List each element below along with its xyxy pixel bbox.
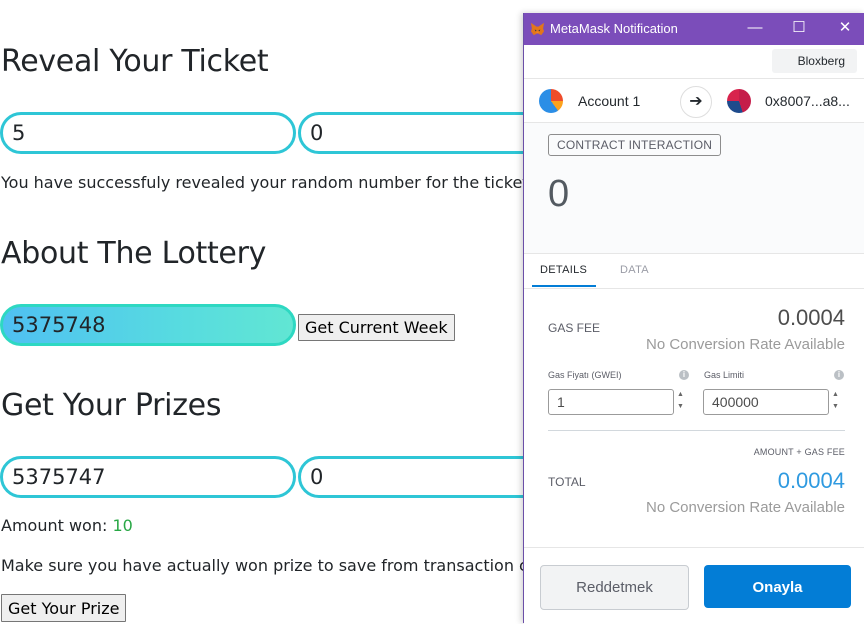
transaction-summary: CONTRACT INTERACTION 0 — [524, 123, 864, 254]
amount-won-value: 10 — [112, 516, 133, 535]
gas-price-input[interactable]: 1 — [548, 389, 674, 415]
from-account-avatar — [539, 89, 563, 113]
info-icon[interactable]: i — [834, 370, 844, 380]
network-row: Bloxberg — [524, 45, 864, 79]
detail-tabs: DETAILS DATA — [524, 254, 864, 289]
contract-interaction-tag: CONTRACT INTERACTION — [548, 134, 722, 156]
account-row: Account 1 ➔ 0x8007...a8... — [524, 79, 864, 123]
total-value: 0.0004 — [777, 468, 845, 493]
to-address[interactable]: 0x8007...a8... — [765, 93, 850, 109]
prizes-heading: Get Your Prizes — [1, 388, 222, 423]
from-account-name[interactable]: Account 1 — [578, 93, 640, 109]
get-your-prize-button[interactable]: Get Your Prize — [1, 594, 127, 622]
reveal-heading: Reveal Your Ticket — [1, 44, 269, 79]
gas-limit-label: Gas Limiti — [704, 370, 745, 380]
action-footer: Reddetmek Onayla — [524, 547, 864, 624]
close-icon[interactable]: ✕ — [834, 17, 856, 39]
about-heading: About The Lottery — [1, 236, 267, 271]
amount-won: Amount won: 10 — [1, 516, 133, 535]
get-current-week-button[interactable]: Get Current Week — [298, 314, 455, 341]
amount-gas-label: AMOUNT + GAS FEE — [753, 447, 845, 457]
gas-limit-stepper-icon[interactable]: ▲ ▼ — [829, 389, 842, 413]
window-titlebar[interactable]: MetaMask Notification — ☐ ✕ — [524, 13, 864, 45]
total-label: TOTAL — [548, 475, 586, 489]
reject-button[interactable]: Reddetmek — [540, 565, 689, 610]
gas-price-label: Gas Fiyatı (GWEI) — [548, 370, 622, 380]
metamask-window: MetaMask Notification — ☐ ✕ Bloxberg Acc… — [523, 13, 864, 624]
gas-fee-value: 0.0004 — [777, 305, 845, 330]
transaction-amount: 0 — [548, 173, 570, 215]
to-address-avatar — [727, 89, 751, 113]
reveal-message: You have successfuly revealed your rando… — [1, 173, 600, 192]
reveal-ticket-input[interactable]: 5 — [0, 112, 296, 154]
minimize-icon[interactable]: — — [744, 17, 766, 39]
window-title: MetaMask Notification — [550, 21, 678, 36]
gas-fee-label: GAS FEE — [548, 321, 601, 335]
amount-won-label: Amount won: — [1, 516, 108, 535]
arrow-right-icon: ➔ — [680, 86, 712, 118]
total-conversion: No Conversion Rate Available — [645, 499, 845, 516]
current-week-input[interactable]: 5375748 — [0, 304, 296, 346]
divider — [548, 430, 845, 431]
prize-note: Make sure you have actually won prize to… — [1, 556, 566, 575]
gas-fee-conversion: No Conversion Rate Available — [645, 336, 845, 353]
maximize-icon[interactable]: ☐ — [788, 17, 810, 39]
gas-price-stepper-icon[interactable]: ▲ ▼ — [674, 389, 687, 413]
prize-ticket-input[interactable]: 0 — [298, 456, 553, 498]
reveal-random-input[interactable]: 0 — [298, 112, 553, 154]
prize-week-input[interactable]: 5375747 — [0, 456, 296, 498]
confirm-button[interactable]: Onayla — [704, 565, 851, 608]
gas-limit-input[interactable]: 400000 — [703, 389, 829, 415]
tab-data[interactable]: DATA — [620, 264, 649, 276]
metamask-fox-icon — [530, 22, 545, 36]
info-icon[interactable]: i — [679, 370, 689, 380]
tab-details[interactable]: DETAILS — [532, 264, 597, 287]
network-selector[interactable]: Bloxberg — [771, 49, 857, 73]
